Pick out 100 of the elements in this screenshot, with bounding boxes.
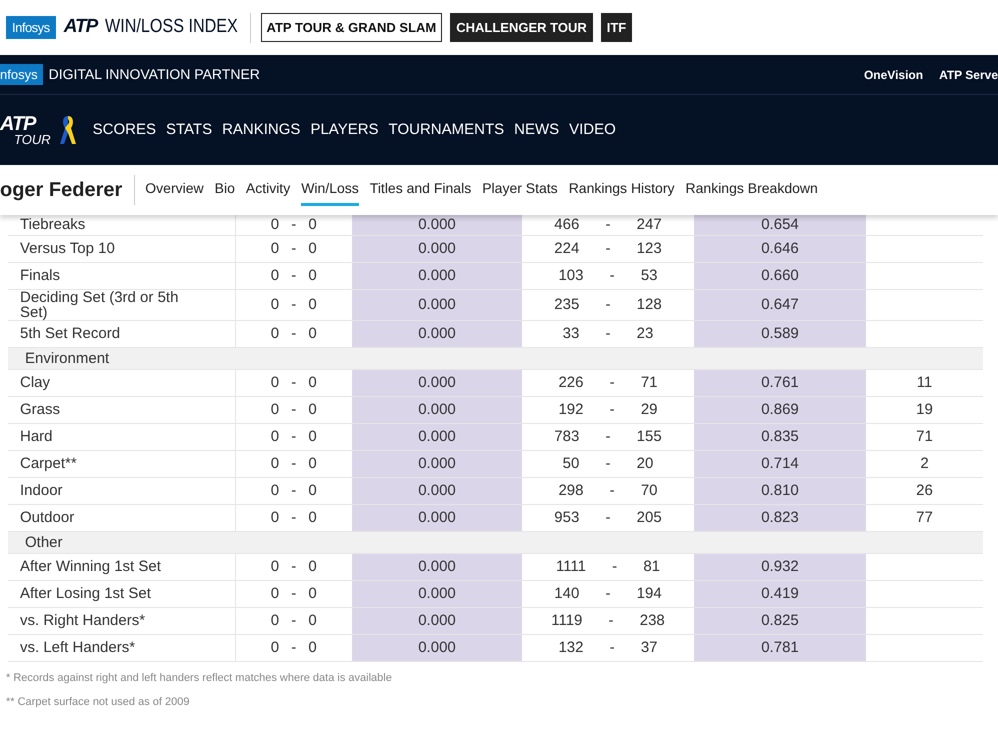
- ytd-percentage-cell: 0.000: [352, 477, 522, 504]
- career-percentage-cell: 0.835: [694, 423, 866, 450]
- ytd-record: 0 - 0: [270, 241, 317, 256]
- career-percentage-cell: 0.932: [694, 553, 866, 580]
- footnote: * Records against right and left handers reflect matches where data is available: [6, 670, 393, 686]
- ytd-percentage-cell: 0.000: [352, 396, 522, 423]
- career-record: 103 - 53: [558, 268, 658, 283]
- career-record: 1119 - 238: [551, 613, 665, 628]
- nav-link[interactable]: TOURNAMENTS: [388, 118, 504, 142]
- player-tab[interactable]: Activity: [246, 174, 290, 206]
- ribbon-icon: [58, 114, 77, 146]
- ytd-percentage-cell: 0.000: [352, 553, 522, 580]
- ytd-percentage-cell: 0.000: [352, 423, 522, 450]
- career-percentage-cell: 0.654: [694, 215, 866, 235]
- career-record: 140 - 194: [554, 586, 662, 601]
- titles-count: 2: [920, 455, 929, 472]
- ytd-record: 0 - 0: [270, 297, 317, 312]
- nav-link[interactable]: NEWS: [514, 118, 560, 142]
- player-tab[interactable]: Rankings History: [568, 174, 675, 206]
- titles-count: 19: [916, 401, 933, 418]
- header-link[interactable]: ATP Serve: [939, 66, 998, 84]
- ytd-record: 0 - 0: [270, 217, 317, 232]
- career-percentage-cell: 0.761: [694, 369, 866, 396]
- ytd-record: 0 - 0: [270, 510, 317, 525]
- titles-count: 26: [916, 482, 933, 499]
- career-percentage-cell: 0.825: [694, 607, 866, 634]
- ytd-percentage-cell: 0.000: [352, 634, 522, 661]
- career-percentage-cell: 0.646: [694, 235, 866, 262]
- nav-link[interactable]: VIDEO: [569, 118, 616, 142]
- player-name: oger Federer: [0, 175, 136, 205]
- ytd-percentage-cell: 0.000: [352, 580, 522, 607]
- footnote: ** Carpet surface not used as of 2009: [6, 695, 190, 710]
- row-label: vs. Right Handers*: [20, 613, 146, 628]
- row-label: 5th Set Record: [20, 326, 120, 341]
- career-record: 132 - 37: [558, 640, 658, 655]
- career-record: 298 - 70: [558, 483, 658, 498]
- titles-count: 71: [916, 428, 933, 445]
- ytd-percentage-cell: 0.000: [352, 450, 522, 477]
- ytd-percentage-cell: 0.000: [352, 215, 522, 235]
- ytd-percentage-cell: 0.000: [352, 504, 522, 531]
- player-tab[interactable]: Rankings Breakdown: [686, 174, 818, 206]
- row-label: Hard: [20, 429, 53, 444]
- nav-link[interactable]: STATS: [166, 118, 212, 142]
- partner-label: DIGITAL INNOVATION PARTNER: [48, 65, 260, 84]
- ytd-record: 0 - 0: [270, 268, 317, 283]
- row-label: Finals: [20, 268, 60, 283]
- career-percentage-cell: 0.714: [694, 450, 866, 477]
- ytd-record: 0 - 0: [270, 586, 317, 601]
- career-record: 466 - 247: [554, 217, 662, 232]
- tour-logo-text: TOUR: [14, 132, 51, 146]
- row-label: Outdoor: [20, 510, 74, 525]
- ytd-percentage-cell: 0.000: [352, 369, 522, 396]
- ytd-record: 0 - 0: [270, 326, 317, 341]
- page-title: WIN/LOSS INDEX: [105, 15, 238, 40]
- partner-logo: nfosys: [0, 64, 43, 86]
- ytd-record: 0 - 0: [270, 640, 317, 655]
- nav-link[interactable]: RANKINGS: [222, 118, 300, 142]
- career-record: 235 - 128: [554, 297, 662, 312]
- ytd-percentage-cell: 0.000: [352, 235, 522, 262]
- player-tab[interactable]: Bio: [214, 174, 235, 206]
- ytd-record: 0 - 0: [270, 456, 317, 471]
- titles-count: 11: [916, 374, 932, 391]
- career-record: 192 - 29: [558, 402, 658, 417]
- row-label: Versus Top 10: [20, 241, 115, 256]
- career-record: 224 - 123: [554, 241, 662, 256]
- career-percentage-cell: 0.781: [694, 634, 866, 661]
- row-label: vs. Left Handers*: [20, 640, 136, 655]
- ytd-record: 0 - 0: [270, 375, 317, 390]
- row-label: Carpet**: [20, 456, 77, 471]
- player-tab[interactable]: Win/Loss: [301, 174, 359, 206]
- tour-button[interactable]: ATP TOUR & GRAND SLAM: [260, 13, 442, 42]
- player-tab[interactable]: Player Stats: [482, 174, 558, 206]
- header-link[interactable]: OneVision: [864, 66, 924, 84]
- career-record: 783 - 155: [554, 429, 662, 444]
- ytd-record: 0 - 0: [270, 402, 317, 417]
- career-percentage-cell: 0.660: [694, 262, 866, 289]
- ytd-percentage-cell: 0.000: [352, 607, 522, 634]
- ytd-record: 0 - 0: [270, 613, 317, 628]
- titles-count: 77: [916, 509, 933, 526]
- career-percentage-cell: 0.419: [694, 580, 866, 607]
- row-label: After Winning 1st Set: [20, 559, 161, 574]
- nav-link[interactable]: SCORES: [92, 118, 156, 142]
- career-percentage-cell: 0.823: [694, 504, 866, 531]
- ytd-percentage-cell: 0.000: [352, 320, 522, 347]
- row-label: Clay: [20, 375, 50, 390]
- partner-logo: Infosys: [6, 16, 56, 40]
- tour-button[interactable]: ITF: [600, 13, 632, 42]
- tour-button[interactable]: CHALLENGER TOUR: [450, 13, 593, 42]
- section-heading: Other: [25, 534, 63, 550]
- career-record: 1111 - 81: [556, 559, 660, 574]
- row-label: After Losing 1st Set: [20, 586, 151, 601]
- player-tab[interactable]: Overview: [145, 174, 204, 206]
- player-tab[interactable]: Titles and Finals: [370, 174, 472, 206]
- career-record: 33 - 23: [562, 326, 654, 341]
- career-percentage-cell: 0.869: [694, 396, 866, 423]
- section-heading: Environment: [25, 350, 110, 366]
- career-record: 953 - 205: [554, 510, 662, 525]
- career-record: 226 - 71: [558, 375, 658, 390]
- nav-link[interactable]: PLAYERS: [310, 118, 379, 142]
- ytd-percentage-cell: 0.000: [352, 262, 522, 289]
